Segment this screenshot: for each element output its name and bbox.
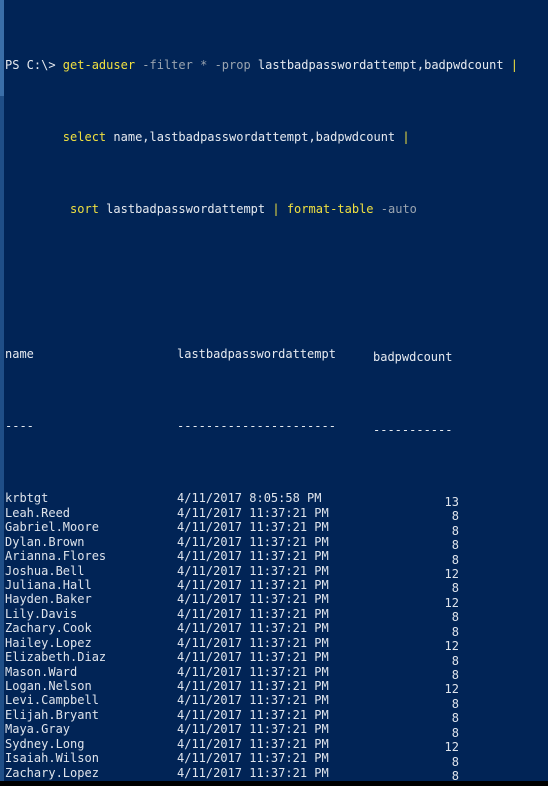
sort-args: lastbadpasswordattempt (106, 202, 266, 217)
cell-name: Joshua.Bell (5, 563, 85, 578)
pipe-operator-3: | (272, 202, 280, 217)
table-row: Hayden.Baker 4/11/2017 11:37:21 PM 12 (5, 592, 548, 609)
cell-name: Elijah.Bryant (5, 707, 99, 722)
cell-name: Dylan.Brown (5, 534, 85, 549)
table-separator-row: ---- ---------------------- ----------- (5, 419, 548, 436)
command-line-2: select name,lastbadpasswordattempt,badpw… (5, 130, 548, 144)
table-row: Zachary.Lopez 4/11/2017 11:37:21 PM 8 (5, 765, 548, 783)
command-line-1: PS C:\> get-aduser -filter * -prop lastb… (5, 58, 548, 72)
cmdlet-sort: sort (70, 202, 99, 217)
param-prop: -prop (214, 57, 251, 72)
table-row: Elizabeth.Diaz 4/11/2017 11:37:21 PM 8 (5, 650, 548, 667)
cell-lastbadpasswordattempt: 4/11/2017 8:05:58 PM (177, 491, 322, 506)
cell-name: Levi.Campbell (5, 693, 99, 708)
table-row: Hailey.Lopez 4/11/2017 11:37:21 PM 12 (5, 635, 548, 653)
cell-name: Sydney.Long (5, 736, 85, 751)
header-lastbadpasswordattempt: lastbadpasswordattempt (177, 346, 336, 361)
table-row: Gabriel.Moore 4/11/2017 11:37:21 PM 8 (5, 520, 548, 537)
console-bottom-edge (0, 781, 548, 786)
separator-name: ---- (5, 419, 34, 434)
prop-value: lastbadpasswordattempt,badpwdcount (257, 57, 504, 72)
cell-lastbadpasswordattempt: 4/11/2017 11:37:21 PM (177, 549, 329, 564)
cell-name: Juliana.Hall (5, 577, 92, 592)
cmdlet-format-table: format-table (286, 202, 374, 217)
table-row: Zachary.Cook 4/11/2017 11:37:21 PM 8 (5, 621, 548, 638)
command-line-3: sort lastbadpasswordattempt | format-tab… (5, 202, 548, 216)
cell-lastbadpasswordattempt: 4/11/2017 11:37:21 PM (177, 664, 329, 679)
table-row: Dylan.Brown 4/11/2017 11:37:21 PM 8 (5, 534, 548, 552)
table-row: Leah.Reed 4/11/2017 11:37:21 PM 8 (5, 505, 548, 523)
powershell-console-window[interactable]: PS C:\> get-aduser -filter * -prop lastb… (0, 0, 548, 786)
scrollbar-thumb[interactable] (0, 0, 4, 96)
pipe-operator-2: | (402, 130, 410, 145)
indent-3 (5, 202, 70, 216)
cell-name: Logan.Nelson (5, 679, 92, 693)
cell-name: Gabriel.Moore (5, 520, 99, 535)
cell-lastbadpasswordattempt: 4/11/2017 11:37:21 PM (177, 563, 329, 578)
param-filter: -filter (142, 57, 193, 72)
cell-lastbadpasswordattempt: 4/11/2017 11:37:21 PM (177, 621, 329, 636)
table-rows-container: krbtgt 4/11/2017 8:05:58 PM 13 Leah.Reed 4/1… (5, 491, 548, 786)
cell-lastbadpasswordattempt: 4/11/2017 11:37:21 PM (177, 505, 329, 520)
cell-lastbadpasswordattempt: 4/11/2017 11:37:21 PM (177, 751, 329, 766)
table-row: Joshua.Bell 4/11/2017 11:37:21 PM 12 (5, 563, 548, 581)
cell-lastbadpasswordattempt: 4/11/2017 11:37:21 PM (177, 722, 329, 737)
table-row: Elijah.Bryant 4/11/2017 11:37:21 PM 8 (5, 707, 548, 725)
cell-name: Hayden.Baker (5, 592, 92, 607)
pipe-operator-1: | (510, 57, 519, 72)
table-row: Juliana.Hall 4/11/2017 11:37:21 PM 8 (5, 577, 548, 595)
table-row: Levi.Campbell 4/11/2017 11:37:21 PM 8 (5, 693, 548, 710)
cell-lastbadpasswordattempt: 4/11/2017 11:37:21 PM (177, 679, 329, 693)
cell-lastbadpasswordattempt: 4/11/2017 11:37:21 PM (177, 635, 329, 650)
table-row: Arianna.Flores 4/11/2017 11:37:21 PM 8 (5, 549, 548, 566)
table-row: krbtgt 4/11/2017 8:05:58 PM 13 (5, 491, 548, 508)
cell-lastbadpasswordattempt: 4/11/2017 11:37:21 PM (177, 736, 329, 751)
cmdlet-select: select (62, 130, 107, 145)
table-row: Logan.Nelson 4/11/2017 11:37:21 PM 12 (5, 679, 548, 696)
header-name: name (5, 346, 34, 361)
cell-lastbadpasswordattempt: 4/11/2017 11:37:21 PM (177, 765, 329, 780)
cell-name: Isaiah.Wilson (5, 751, 99, 766)
cell-name: Lily.Davis (5, 606, 78, 621)
cell-lastbadpasswordattempt: 4/11/2017 11:37:21 PM (177, 520, 329, 535)
separator-date: ---------------------- (177, 419, 336, 434)
param-auto: -auto (380, 202, 417, 217)
cell-name: Elizabeth.Diaz (5, 650, 107, 665)
console-output: PS C:\> get-aduser -filter * -prop lastb… (5, 0, 548, 786)
prompt-text: PS C:\> (5, 57, 63, 72)
cmdlet-get-aduser: get-aduser (62, 57, 136, 72)
cell-name: Leah.Reed (5, 505, 71, 520)
table-row: Lily.Davis 4/11/2017 11:37:21 PM 8 (5, 606, 548, 624)
cell-lastbadpasswordattempt: 4/11/2017 11:37:21 PM (177, 592, 329, 607)
table-header-row: name lastbadpasswordattempt badpwdcount (5, 346, 548, 365)
cell-name: krbtgt (5, 491, 49, 506)
cell-name: Arianna.Flores (5, 549, 107, 564)
cell-lastbadpasswordattempt: 4/11/2017 11:37:21 PM (177, 534, 329, 549)
cell-name: Hailey.Lopez (5, 635, 92, 650)
table-row: Maya.Gray 4/11/2017 11:37:21 PM 8 (5, 722, 548, 739)
select-args: name,lastbadpasswordattempt,badpwdcount (113, 130, 396, 145)
header-badpwdcount: badpwdcount (373, 350, 453, 365)
cell-lastbadpasswordattempt: 4/11/2017 11:37:21 PM (177, 693, 329, 708)
separator-count: ----------- (373, 422, 453, 437)
cell-name: Zachary.Cook (5, 621, 92, 636)
vertical-scrollbar[interactable] (0, 0, 4, 786)
cell-name: Mason.Ward (5, 664, 78, 679)
indent-2 (5, 130, 63, 144)
cell-lastbadpasswordattempt: 4/11/2017 11:37:21 PM (177, 650, 329, 665)
cell-lastbadpasswordattempt: 4/11/2017 11:37:21 PM (177, 606, 329, 621)
table-row: Sydney.Long 4/11/2017 11:37:21 PM 12 (5, 736, 548, 754)
table-row: Isaiah.Wilson 4/11/2017 11:37:21 PM 8 (5, 751, 548, 768)
cell-lastbadpasswordattempt: 4/11/2017 11:37:21 PM (177, 707, 329, 722)
table-row: Mason.Ward 4/11/2017 11:37:21 PM 8 (5, 664, 548, 682)
cell-name: Zachary.Lopez (5, 765, 99, 780)
cell-name: Maya.Gray (5, 722, 71, 737)
cell-lastbadpasswordattempt: 4/11/2017 11:37:21 PM (177, 577, 329, 592)
